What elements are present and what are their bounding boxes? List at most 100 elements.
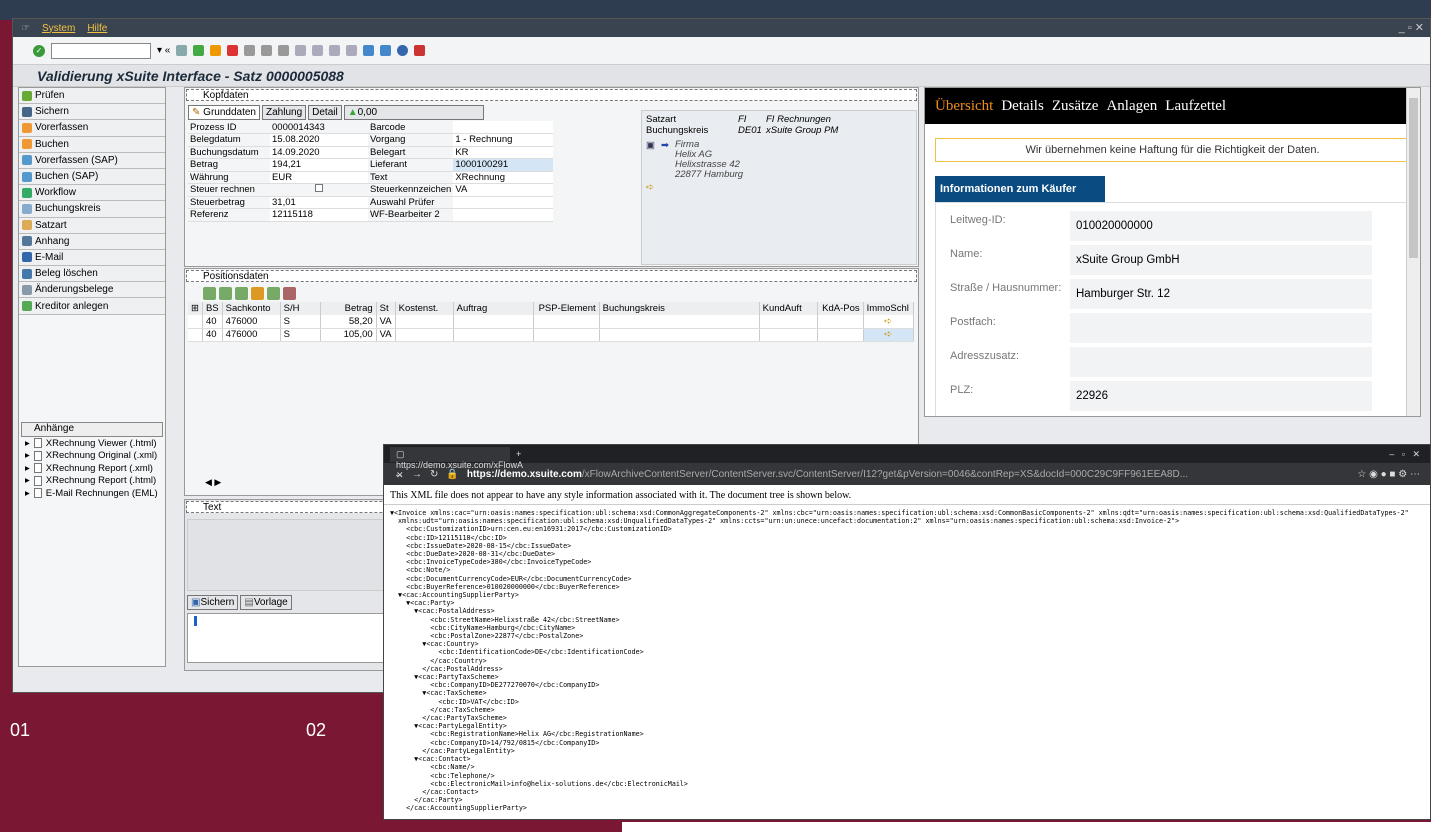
- cell-betrag[interactable]: 58,20: [320, 315, 377, 329]
- table-row[interactable]: 40 476000 S 58,20 VA ➪: [188, 315, 914, 329]
- calc-icon[interactable]: [267, 287, 280, 300]
- attachment-item[interactable]: ▸ XRechnung Report (.xml): [19, 462, 165, 475]
- menu-hilfe[interactable]: Hilfe: [87, 23, 107, 34]
- buchungsdatum-input[interactable]: 14.09.2020: [270, 146, 368, 159]
- nav-buchungskreis[interactable]: Buchungskreis: [19, 201, 165, 218]
- arrow-icon[interactable]: ➪: [642, 180, 916, 195]
- find-next-icon[interactable]: [278, 45, 290, 56]
- menu-system[interactable]: System: [42, 23, 75, 34]
- vorgang-select[interactable]: 1 - Rechnung: [453, 133, 554, 147]
- enter-check-icon[interactable]: ✓: [33, 44, 45, 57]
- cell-st[interactable]: VA: [376, 315, 396, 329]
- tab-zusaetze[interactable]: Zusätze: [1052, 98, 1099, 115]
- attachment-item[interactable]: ▸ E-Mail Rechnungen (EML): [19, 487, 165, 500]
- first-page-icon[interactable]: [295, 45, 307, 56]
- column-header[interactable]: Sachkonto: [222, 302, 281, 315]
- nav-kreditor-anlegen[interactable]: Kreditor anlegen: [19, 298, 165, 315]
- nav-beleg-loeschen[interactable]: Beleg löschen: [19, 266, 165, 283]
- steuerkennzeichen-input[interactable]: VA: [453, 183, 554, 197]
- cell-bs[interactable]: 40: [202, 328, 223, 342]
- belegdatum-input[interactable]: 15.08.2020: [270, 133, 368, 147]
- forward-icon[interactable]: →: [412, 469, 422, 480]
- text-save-button[interactable]: ▣Sichern: [187, 595, 239, 610]
- column-header[interactable]: Betrag: [320, 302, 377, 315]
- cell-kostenst[interactable]: [395, 315, 454, 329]
- chevron-down-icon[interactable]: ▾ «: [157, 45, 170, 56]
- cell-kundauft[interactable]: [759, 315, 818, 329]
- cell-bs[interactable]: 40: [202, 315, 223, 329]
- text-input[interactable]: XRechnung: [453, 171, 554, 184]
- column-header[interactable]: KdA-Pos: [817, 302, 864, 315]
- lieferant-input[interactable]: 1000100291: [453, 158, 554, 172]
- horizontal-scrollbar[interactable]: ◀ ▶: [205, 477, 221, 488]
- cell-kdapos[interactable]: [817, 315, 864, 329]
- immo-edit-icon[interactable]: ➪: [863, 328, 914, 342]
- viewer-scrollbar[interactable]: [1406, 88, 1420, 416]
- tab-zahlung[interactable]: Zahlung: [262, 105, 307, 120]
- column-header[interactable]: PSP-Element: [533, 302, 600, 315]
- nav-vorerfassen-sap[interactable]: Vorerfassen (SAP): [19, 152, 165, 169]
- vendor-icon[interactable]: ▣: [646, 140, 655, 180]
- shortcut-icon[interactable]: [380, 45, 392, 56]
- cell-sachkonto[interactable]: 476000: [222, 315, 281, 329]
- steuer-rechnen-checkbox[interactable]: [270, 183, 368, 197]
- cell-kostenst[interactable]: [395, 328, 454, 342]
- help-icon[interactable]: [397, 45, 409, 56]
- back-icon[interactable]: [193, 45, 205, 56]
- cell-betrag[interactable]: 105,00: [320, 328, 377, 342]
- reload-icon[interactable]: ↻: [430, 469, 438, 480]
- cell-sh[interactable]: S: [280, 328, 321, 342]
- cell-bukrs[interactable]: [599, 315, 760, 329]
- column-header[interactable]: Auftrag: [453, 302, 534, 315]
- attachment-item[interactable]: ▸ XRechnung Report (.html): [19, 475, 165, 488]
- column-header[interactable]: KundAuft: [759, 302, 818, 315]
- xml-tree[interactable]: ▼<Invoice xmlns:cac="urn:oasis:names:spe…: [384, 505, 1430, 817]
- nav-email[interactable]: E-Mail: [19, 249, 165, 267]
- distribute-icon[interactable]: [251, 287, 264, 300]
- cell-sh[interactable]: S: [280, 315, 321, 329]
- tab-detail[interactable]: Detail: [308, 105, 342, 120]
- immo-edit-icon[interactable]: ➪: [863, 315, 914, 329]
- column-header[interactable]: St: [376, 302, 396, 315]
- save-icon[interactable]: [176, 45, 188, 56]
- cell-sachkonto[interactable]: 476000: [222, 328, 281, 342]
- attachment-item[interactable]: ▸ XRechnung Viewer (.html): [19, 437, 165, 450]
- tab-grunddaten[interactable]: ✎ Grunddaten: [188, 105, 260, 120]
- wand-icon[interactable]: [283, 287, 296, 300]
- tab-laufzettel[interactable]: Laufzettel: [1165, 98, 1226, 115]
- nav-workflow[interactable]: Workflow: [19, 185, 165, 202]
- tab-anlagen[interactable]: Anlagen: [1106, 98, 1157, 115]
- nav-sichern[interactable]: Sichern: [19, 104, 165, 121]
- tab-uebersicht[interactable]: Übersicht: [935, 98, 993, 115]
- waehrung-input[interactable]: EUR: [270, 171, 368, 184]
- text-template-button[interactable]: ▤Vorlage: [240, 595, 292, 610]
- referenz-input[interactable]: 12115118: [270, 208, 368, 222]
- column-header[interactable]: S/H: [280, 302, 321, 315]
- betrag-input[interactable]: 194,21: [270, 158, 368, 172]
- new-session-icon[interactable]: [363, 45, 375, 56]
- select-all-icon[interactable]: ⊞: [188, 302, 203, 315]
- window-controls[interactable]: _ ▫ ✕: [1399, 21, 1424, 34]
- belegart-input[interactable]: KR: [453, 146, 554, 159]
- prev-page-icon[interactable]: [312, 45, 324, 56]
- find-icon[interactable]: [261, 45, 273, 56]
- column-header[interactable]: Buchungskreis: [599, 302, 760, 315]
- tab-details[interactable]: Details: [1001, 98, 1044, 115]
- layout-icon[interactable]: [414, 45, 426, 56]
- extension-icons[interactable]: ☆ ◉ ● ■ ⚙ ⋯: [1357, 469, 1420, 480]
- nav-aenderungsbelege[interactable]: Änderungsbelege: [19, 282, 165, 299]
- cell-bukrs[interactable]: [599, 328, 760, 342]
- cell-psp[interactable]: [533, 328, 600, 342]
- exit-icon[interactable]: [210, 45, 222, 56]
- print-icon[interactable]: [244, 45, 256, 56]
- copy-row-icon[interactable]: [219, 287, 232, 300]
- browser-tab[interactable]: ▢ https://demo.xsuite.com/xFlowA ✕: [390, 446, 523, 480]
- new-tab-button[interactable]: +: [516, 449, 521, 459]
- cell-auftrag[interactable]: [453, 315, 534, 329]
- pruefer-input[interactable]: [453, 196, 554, 209]
- nav-vorerfassen[interactable]: Vorerfassen: [19, 120, 165, 137]
- last-page-icon[interactable]: [346, 45, 358, 56]
- menu-icon[interactable]: ☞: [21, 23, 30, 34]
- insert-row-icon[interactable]: [203, 287, 216, 300]
- attachment-item[interactable]: ▸ XRechnung Original (.xml): [19, 450, 165, 463]
